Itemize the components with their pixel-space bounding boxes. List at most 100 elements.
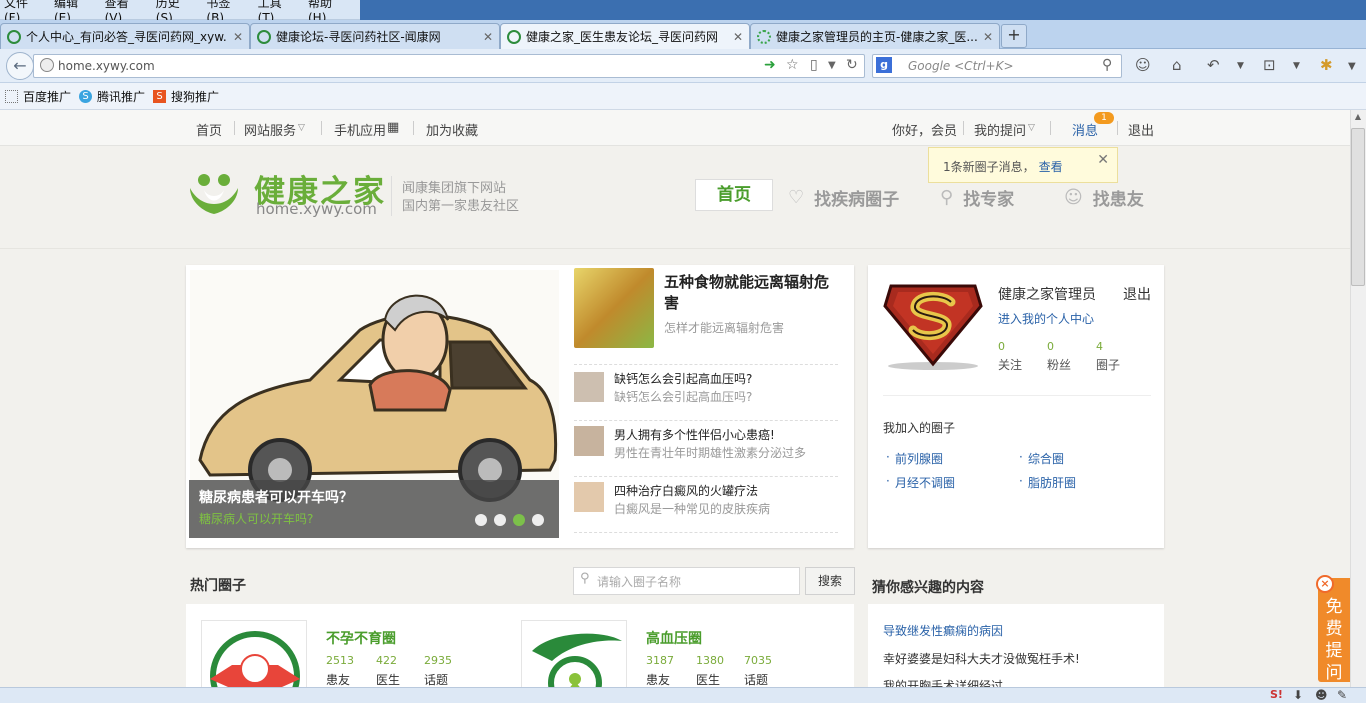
- news-title[interactable]: 四种治疗白癜风的火罐疗法: [614, 482, 758, 499]
- fans-count[interactable]: 0: [1047, 340, 1054, 353]
- topbar-messages-link[interactable]: 消息: [1072, 120, 1098, 139]
- menu-arrow-icon[interactable]: ▼: [1348, 61, 1356, 72]
- mask-icon[interactable]: ☻: [1315, 688, 1328, 702]
- close-icon[interactable]: ✕: [1097, 152, 1109, 168]
- topbar-mobile-link[interactable]: 手机应用: [334, 120, 386, 139]
- bookmark-star-icon[interactable]: ☆: [786, 57, 799, 73]
- circle-stat-label: 话题: [424, 673, 449, 687]
- search-icon[interactable]: ⚲: [1102, 57, 1112, 73]
- slider-title[interactable]: 糖尿病患者可以开车吗？: [199, 487, 353, 507]
- undo-icon[interactable]: ↶: [1207, 56, 1220, 74]
- topbar-services-link[interactable]: 网站服务: [244, 120, 296, 139]
- circles-count[interactable]: 4: [1096, 340, 1103, 353]
- scrollbar-thumb[interactable]: [1351, 128, 1365, 286]
- circle-name[interactable]: 高血压圈: [646, 628, 702, 648]
- guess-link[interactable]: 幸好婆婆是妇科大夫才没做冤枉手术!: [883, 650, 1080, 667]
- joined-circle-link[interactable]: 前列腺圈: [895, 450, 943, 467]
- slider-dot[interactable]: [475, 514, 487, 526]
- logout-link[interactable]: 退出: [1123, 284, 1151, 304]
- nav-find-expert[interactable]: ⚲ 找专家: [940, 185, 1014, 210]
- follow-count[interactable]: 0: [998, 340, 1005, 353]
- free-ask-button[interactable]: 免费提问: [1318, 578, 1350, 683]
- news-thumbnail[interactable]: [574, 372, 604, 402]
- circle-name[interactable]: 不孕不育圈: [326, 628, 396, 648]
- bookmark-item[interactable]: S 腾讯推广: [79, 88, 145, 105]
- google-engine-icon[interactable]: g: [876, 57, 892, 73]
- url-text[interactable]: home.xywy.com: [58, 59, 155, 73]
- bookmark-item[interactable]: 百度推广: [5, 88, 71, 105]
- back-button[interactable]: ←: [6, 52, 34, 80]
- hot-circles-title: 热门圈子: [190, 578, 246, 594]
- nav-find-disease-circle[interactable]: ♡ 找疾病圈子: [788, 185, 899, 210]
- close-tab-icon[interactable]: ✕: [983, 30, 993, 44]
- avatar[interactable]: [883, 276, 983, 371]
- slider-dot[interactable]: [494, 514, 506, 526]
- topbar-my-questions[interactable]: 我的提问: [974, 120, 1026, 139]
- user-name[interactable]: 健康之家管理员: [998, 284, 1096, 304]
- news-thumbnail[interactable]: [574, 426, 604, 456]
- personal-center-link[interactable]: 进入我的个人中心: [998, 310, 1094, 327]
- slider-dot[interactable]: [532, 514, 544, 526]
- circle-stat-label: 患友: [646, 673, 671, 687]
- circle-stat-label: 医生: [376, 673, 401, 687]
- circle-stat-label: 话题: [744, 673, 769, 687]
- dropdown-icon[interactable]: ▼: [1293, 61, 1300, 71]
- joined-circle-link[interactable]: 脂肪肝圈: [1028, 474, 1076, 491]
- stat-label: 粉丝: [1047, 358, 1072, 372]
- topbar-favorite-link[interactable]: 加为收藏: [426, 120, 478, 139]
- browser-tab[interactable]: 个人中心_有问必答_寻医问药网_xyw... ✕: [0, 23, 250, 49]
- status-addon-icon[interactable]: S!: [1270, 688, 1283, 701]
- close-tab-icon[interactable]: ✕: [233, 30, 243, 44]
- close-tab-icon[interactable]: ✕: [483, 30, 493, 44]
- address-bar[interactable]: [33, 54, 865, 78]
- close-tab-icon[interactable]: ✕: [733, 30, 743, 44]
- notification-view-link[interactable]: 查看: [1039, 160, 1063, 174]
- topbar-greeting[interactable]: 你好，会员: [892, 120, 957, 139]
- browser-tab[interactable]: 健康之家管理员的主页-健康之家_医... ✕: [750, 23, 1000, 49]
- guess-link[interactable]: 导致继发性癫痫的病因: [883, 622, 1003, 639]
- featured-thumbnail[interactable]: [574, 268, 654, 348]
- circle-stat-value: 1380: [696, 654, 724, 667]
- browser-tab-active[interactable]: 健康之家_医生患友论坛_寻医问药网 ✕: [500, 23, 750, 49]
- bookmark-item[interactable]: S 搜狗推广: [153, 88, 219, 105]
- site-identity-icon[interactable]: [40, 58, 54, 72]
- news-title[interactable]: 缺钙怎么会引起高血压吗?: [614, 370, 752, 387]
- featured-title[interactable]: 五种食物就能远离辐射危害: [664, 272, 836, 314]
- dropdown-icon[interactable]: ▼: [1237, 61, 1244, 71]
- close-icon[interactable]: ×: [1316, 575, 1334, 593]
- scroll-up-arrow-icon[interactable]: ▲: [1351, 112, 1365, 126]
- news-title[interactable]: 男人拥有多个性伴侣小心患癌!: [614, 426, 775, 443]
- extension-icon[interactable]: ✱: [1320, 56, 1333, 74]
- topbar-logout-link[interactable]: 退出: [1128, 120, 1154, 139]
- dropdown-icon[interactable]: ▼: [828, 60, 836, 71]
- joined-circle-link[interactable]: 月经不调圈: [895, 474, 955, 491]
- browser-tab[interactable]: 健康论坛-寻医问药社区-闻康网 ✕: [250, 23, 500, 49]
- stat-label: 圈子: [1096, 358, 1121, 372]
- addon-icon[interactable]: ☺: [1135, 56, 1151, 74]
- divider: [1050, 121, 1051, 135]
- news-thumbnail[interactable]: [574, 482, 604, 512]
- circle-search-button[interactable]: 搜索: [805, 567, 855, 595]
- menu-bar: 文件(F) 编辑(E) 查看(V) 历史(S) 书签(B) 工具(T) 帮助(H…: [0, 0, 360, 25]
- site-favicon-icon: [507, 29, 521, 44]
- loading-spinner-icon: [757, 29, 771, 44]
- joined-circle-link[interactable]: 综合圈: [1028, 450, 1064, 467]
- joined-circles-title: 我加入的圈子: [883, 421, 956, 435]
- topbar-home-link[interactable]: 首页: [196, 120, 222, 139]
- home-icon[interactable]: ⌂: [1172, 56, 1182, 74]
- phone-icon[interactable]: ▯: [810, 57, 818, 73]
- divider: [413, 121, 414, 135]
- new-tab-button[interactable]: +: [1001, 24, 1027, 48]
- reload-icon[interactable]: ↻: [846, 57, 858, 73]
- go-icon[interactable]: ➜: [764, 57, 776, 73]
- notification-popup: 1条新圈子消息， 查看 ✕: [928, 147, 1118, 183]
- divider: [1117, 121, 1118, 135]
- nav-find-patient[interactable]: ☺ 找患友: [1064, 185, 1144, 210]
- slider-dot-active[interactable]: [513, 514, 525, 526]
- download-icon[interactable]: ⬇: [1293, 688, 1303, 702]
- crop-icon[interactable]: ⊡: [1263, 56, 1276, 74]
- slider-subtitle[interactable]: 糖尿病人可以开车吗?: [199, 510, 313, 527]
- tools-icon[interactable]: ✎: [1337, 688, 1347, 702]
- nav-home-tab[interactable]: 首页: [695, 179, 773, 211]
- bookmarks-bar: 百度推广 S 腾讯推广 S 搜狗推广: [0, 83, 1366, 110]
